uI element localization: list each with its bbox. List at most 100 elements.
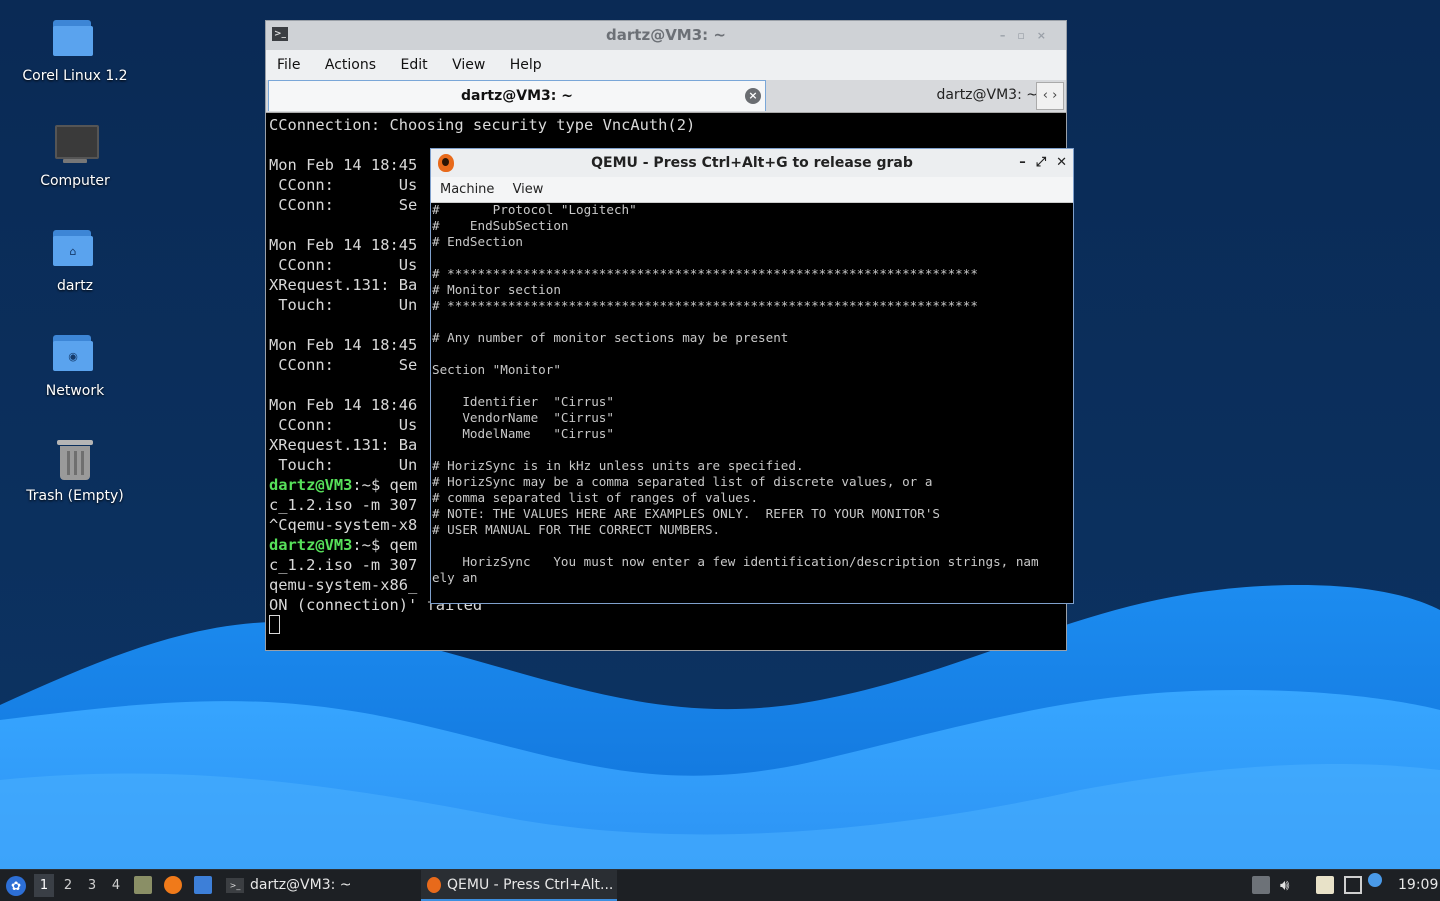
desktop-icon-label: dartz <box>56 278 94 294</box>
qemu-window[interactable]: QEMU - Press Ctrl+Alt+G to release grab … <box>430 148 1074 604</box>
app-menu-icon[interactable]: ✿ <box>6 876 26 896</box>
qemu-titlebar[interactable]: QEMU - Press Ctrl+Alt+G to release grab … <box>431 149 1073 177</box>
input-method-icon[interactable] <box>1252 876 1270 894</box>
desktop-icon-dartz[interactable]: ⌂ dartz <box>0 226 150 294</box>
folder-icon <box>51 16 99 64</box>
terminal-line: c_1.2.iso -m 307 <box>269 495 417 515</box>
desktop-icon-computer[interactable]: Computer <box>0 121 150 189</box>
menu-view[interactable]: View <box>513 182 544 197</box>
vm-console-line: # Protocol "Logitech" <box>432 203 637 217</box>
close-tab-icon[interactable]: × <box>745 88 761 104</box>
desktop-icon-label: Corel Linux 1.2 <box>22 68 128 84</box>
vm-console-line: ely an <box>432 570 478 585</box>
firefox-icon[interactable] <box>164 876 182 894</box>
qemu-icon <box>427 877 441 893</box>
desktop-icon-corel-linux[interactable]: Corel Linux 1.2 <box>0 16 150 84</box>
terminal-line: Touch: Un <box>269 455 417 475</box>
close-icon[interactable]: ✕ <box>1056 155 1067 170</box>
terminal-line-text: Touch: Un <box>269 296 418 314</box>
vm-console-line: # comma separated list of ranges of valu… <box>432 490 759 505</box>
workspace-1[interactable]: 1 <box>34 874 54 897</box>
menu-machine[interactable]: Machine <box>440 182 494 197</box>
terminal-line: Mon Feb 14 18:45 <box>269 335 417 355</box>
vm-console-line: # HorizSync may be a comma separated lis… <box>432 474 933 489</box>
menu-edit[interactable]: Edit <box>400 57 427 73</box>
terminal-line-text: CConn: Us <box>269 176 418 194</box>
terminal-line-text: XRequest.131: Ba <box>269 436 418 454</box>
menu-actions[interactable]: Actions <box>325 57 376 73</box>
vm-console-line: ModelName "Cirrus" <box>432 426 614 441</box>
clock[interactable]: 19:09 <box>1398 870 1438 901</box>
maximize-icon[interactable]: ⤢ <box>1036 155 1046 170</box>
tab-inactive[interactable]: dartz@VM3: ~ <box>768 80 1038 111</box>
workspace-4[interactable]: 4 <box>106 874 126 897</box>
terminal-line-text: CConn: Se <box>269 196 418 214</box>
home-folder-icon: ⌂ <box>51 226 99 274</box>
qemu-vm-display[interactable]: # Protocol "Logitech" # EndSubSection # En… <box>431 203 1073 603</box>
terminal-line: CConn: Us <box>269 255 417 275</box>
terminal-line-text: Mon Feb 14 18:45 <box>269 236 418 254</box>
trash-icon <box>51 436 99 484</box>
vm-console-line: # USER MANUAL FOR THE CORRECT NUMBERS. <box>432 522 721 537</box>
terminal-title: dartz@VM3: ~ <box>606 26 726 44</box>
terminal-line: XRequest.131: Ba <box>269 435 417 455</box>
terminal-line-text: CConn: Us <box>269 256 418 274</box>
terminal-menubar: File Actions Edit View Help <box>266 50 1066 80</box>
terminal-line: CConnection: Choosing security type VncA… <box>269 115 695 135</box>
terminal-line: qemu-system-x86_ <box>269 575 417 595</box>
volume-icon[interactable]: 🔊︎ <box>1280 876 1298 894</box>
vm-console-line: Identifier "Cirrus" <box>432 394 614 409</box>
shell-prompt: dartz@VM3 <box>269 476 353 494</box>
terminal-line: CConn: Se <box>269 355 417 375</box>
task-terminal[interactable]: >_ dartz@VM3: ~ <box>222 870 412 901</box>
tab-scroll-arrows-icon[interactable]: ‹ › <box>1036 82 1064 110</box>
menu-file[interactable]: File <box>277 57 300 73</box>
terminal-line-text: :~$ qem <box>352 536 418 554</box>
workspace-2[interactable]: 2 <box>58 874 78 897</box>
desktop-icon-network[interactable]: ◉ Network <box>0 331 150 399</box>
vm-console-line: # **************************************… <box>432 298 978 313</box>
terminal-line-text: ^Cqemu-system-x8 <box>269 516 418 534</box>
terminal-line: dartz@VM3:~$ qem <box>269 475 417 495</box>
terminal-icon: >_ <box>226 877 244 893</box>
vm-console-line: # EndSubSection <box>432 218 569 233</box>
terminal-titlebar[interactable]: >_ dartz@VM3: ~ –▫× <box>266 21 1066 50</box>
vm-console-line: # HorizSync is in kHz unless units are s… <box>432 458 804 473</box>
terminal-line: CConn: Se <box>269 195 417 215</box>
terminal-line-text: CConn: Se <box>269 356 418 374</box>
window-controls: – ⤢ ✕ <box>1009 149 1067 177</box>
desktop-icon-trash[interactable]: Trash (Empty) <box>0 436 150 504</box>
vm-console-line: # Monitor section <box>432 282 561 297</box>
menu-help[interactable]: Help <box>510 57 542 73</box>
terminal-line-text: XRequest.131: Ba <box>269 276 418 294</box>
task-qemu[interactable]: QEMU - Press Ctrl+Alt... <box>421 870 617 901</box>
terminal-line: XRequest.131: Ba <box>269 275 417 295</box>
show-desktop-icon[interactable] <box>194 876 212 894</box>
window-controls[interactable]: –▫× <box>1000 21 1058 50</box>
terminal-line-text: Touch: Un <box>269 456 418 474</box>
desktop-icon-label: Network <box>45 383 105 399</box>
clipboard-icon[interactable] <box>1316 876 1334 894</box>
menu-view[interactable]: View <box>452 57 485 73</box>
workspace-3[interactable]: 3 <box>82 874 102 897</box>
tab-label: dartz@VM3: ~ <box>936 87 1038 103</box>
terminal-tabbar: dartz@VM3: ~ × dartz@VM3: ~ ‹ › <box>266 80 1066 113</box>
terminal-line-text: Mon Feb 14 18:45 <box>269 336 418 354</box>
tab-label: dartz@VM3: ~ <box>461 88 573 104</box>
taskbar: ✿ 1 2 3 4 >_ dartz@VM3: ~ QEMU - Press Ct… <box>0 869 1440 901</box>
task-label: dartz@VM3: ~ <box>250 877 352 893</box>
vm-console-line: # Any number of monitor sections may be … <box>432 330 789 345</box>
network-icon[interactable] <box>1344 876 1362 894</box>
terminal-line: Mon Feb 14 18:46 <box>269 395 417 415</box>
vm-console-line: VendorName "Cirrus" <box>432 410 614 425</box>
terminal-line-text: :~$ qem <box>352 476 418 494</box>
computer-icon <box>51 121 99 169</box>
network-folder-icon: ◉ <box>51 331 99 379</box>
minimize-icon[interactable]: – <box>1019 155 1026 170</box>
file-manager-icon[interactable] <box>134 876 152 894</box>
terminal-line: CConn: Us <box>269 415 417 435</box>
terminal-line-text: Mon Feb 14 18:45 <box>269 156 418 174</box>
notification-icon[interactable] <box>1368 873 1382 887</box>
tab-active[interactable]: dartz@VM3: ~ × <box>268 80 766 111</box>
vm-console-line: # **************************************… <box>432 266 978 281</box>
